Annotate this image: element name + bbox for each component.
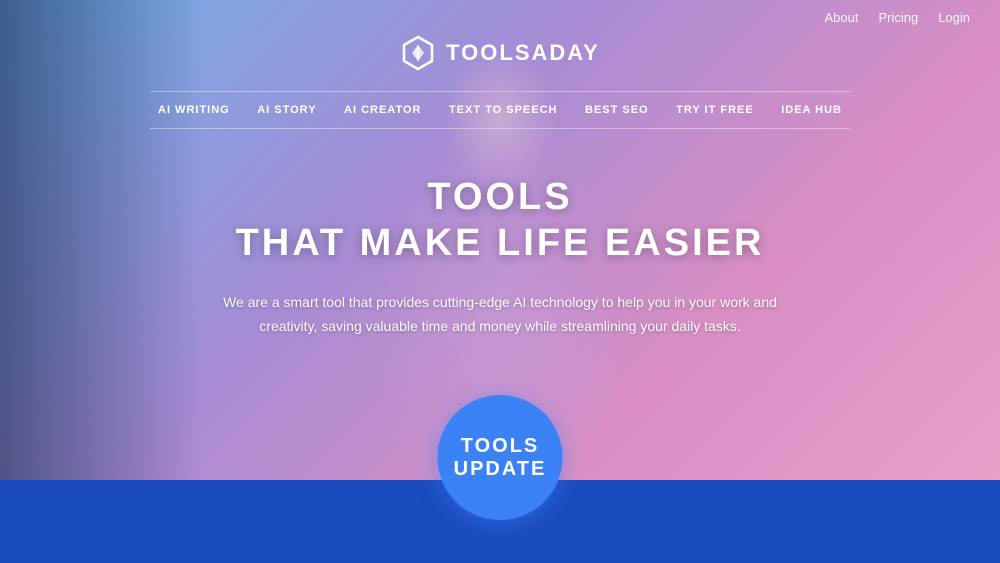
hero-title-line1: TOOLS xyxy=(200,175,800,221)
top-bar: About Pricing Login xyxy=(0,0,1000,35)
login-link[interactable]: Login xyxy=(938,10,970,25)
main-nav: AI WRITING AI STORY AI CREATOR TEXT TO S… xyxy=(150,91,850,129)
nav-item-text-to-speech[interactable]: TEXT TO SPEECH xyxy=(441,102,566,118)
nav-item-ai-creator[interactable]: AI CREATOR xyxy=(336,102,429,118)
nav-item-ai-story[interactable]: AI STORY xyxy=(249,102,324,118)
badge-line2: UPDATE xyxy=(454,458,547,481)
about-link[interactable]: About xyxy=(824,10,858,25)
nav-item-ai-writing[interactable]: AI WRITING xyxy=(150,102,238,118)
hero-content: TOOLS THAT MAKE LIFE EASIER We are a sma… xyxy=(200,175,800,339)
hero-title-line2: THAT MAKE LIFE EASIER xyxy=(200,221,800,267)
header: About Pricing Login TOOLSADAY AI WRITING… xyxy=(0,0,1000,129)
tools-update-badge[interactable]: TOOLS UPDATE xyxy=(438,395,563,520)
page-wrapper: About Pricing Login TOOLSADAY AI WRITING… xyxy=(0,0,1000,563)
hero-description: We are a smart tool that provides cuttin… xyxy=(200,291,800,339)
nav-item-idea-hub[interactable]: IDEA HUB xyxy=(773,102,850,118)
nav-item-best-seo[interactable]: BEST SEO xyxy=(577,102,657,118)
nav-item-try-it-free[interactable]: TRY IT FREE xyxy=(668,102,762,118)
logo-text: TOOLSADAY xyxy=(446,40,600,66)
badge-line1: TOOLS xyxy=(461,435,540,458)
logo-area[interactable]: TOOLSADAY xyxy=(400,35,600,71)
pricing-link[interactable]: Pricing xyxy=(878,10,918,25)
logo-icon xyxy=(400,35,436,71)
